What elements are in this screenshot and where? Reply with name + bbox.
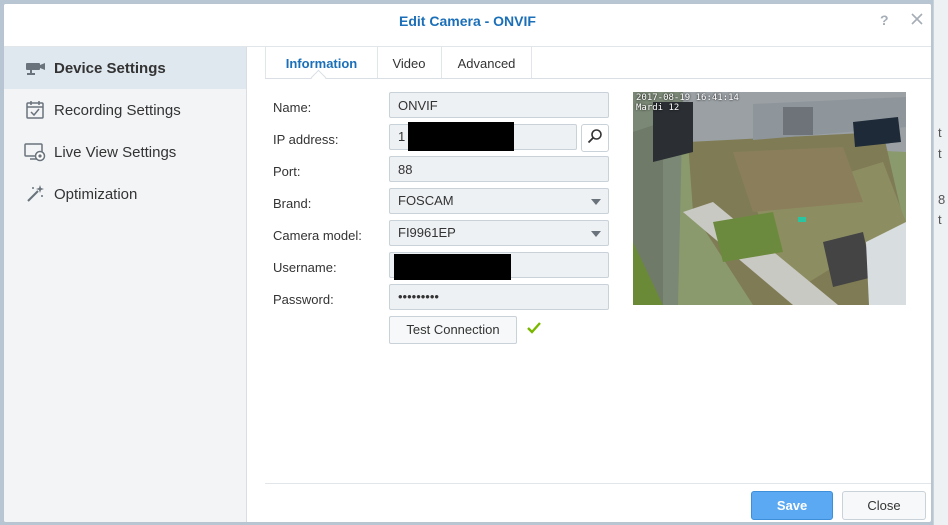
- redaction-block: [408, 122, 514, 151]
- password-label: Password:: [273, 292, 334, 307]
- password-value: •••••••••: [398, 289, 439, 304]
- camera-icon: [24, 58, 46, 78]
- sidebar-item-device-settings[interactable]: Device Settings: [4, 47, 246, 89]
- sidebar-item-recording-settings[interactable]: Recording Settings: [4, 89, 246, 131]
- ip-address-value: 1: [398, 129, 406, 144]
- username-label: Username:: [273, 260, 337, 275]
- camera-preview-image: [633, 92, 906, 305]
- check-icon: [526, 321, 542, 340]
- brand-select[interactable]: FOSCAM: [389, 188, 609, 214]
- sidebar-item-label: Live View Settings: [54, 143, 177, 161]
- main-panel: Information Video Advanced Name: IP addr…: [248, 47, 931, 522]
- ip-address-field[interactable]: 1: [389, 122, 577, 151]
- camera-model-value: FI9961EP: [398, 225, 456, 240]
- password-field[interactable]: •••••••••: [389, 284, 609, 310]
- background-text-fragment: t: [938, 146, 942, 161]
- help-icon[interactable]: ?: [880, 12, 889, 28]
- camera-model-select[interactable]: FI9961EP: [389, 220, 609, 246]
- dialog-titlebar: Edit Camera - ONVIF ?: [4, 4, 931, 47]
- magic-wand-icon: [24, 184, 46, 204]
- tab-advanced[interactable]: Advanced: [442, 47, 532, 78]
- name-field[interactable]: [389, 92, 609, 118]
- save-button[interactable]: Save: [751, 491, 833, 520]
- redaction-block: [394, 254, 511, 280]
- sidebar-item-label: Optimization: [54, 185, 138, 203]
- port-label: Port:: [273, 164, 301, 179]
- search-camera-button[interactable]: [581, 124, 609, 152]
- background-window-strip: t t 8 t: [933, 0, 948, 525]
- live-view-icon: [24, 142, 46, 162]
- dialog-footer: Save Close: [265, 483, 931, 522]
- tab-bar: Information Video Advanced: [265, 47, 931, 86]
- ip-address-label: IP address:: [273, 132, 339, 147]
- close-icon[interactable]: [911, 12, 923, 28]
- preview-timestamp-line: Mardi 12: [636, 103, 680, 113]
- chevron-down-icon: [591, 231, 601, 237]
- close-button[interactable]: Close: [842, 491, 926, 520]
- username-field[interactable]: [389, 252, 609, 280]
- tab-video[interactable]: Video: [377, 47, 442, 78]
- chevron-down-icon: [591, 199, 601, 205]
- settings-sidebar: Device Settings Recording Settings Live …: [4, 47, 247, 522]
- sidebar-item-label: Device Settings: [54, 59, 166, 77]
- port-field[interactable]: [389, 156, 609, 182]
- test-connection-button[interactable]: Test Connection: [389, 316, 517, 344]
- name-label: Name:: [273, 100, 312, 115]
- brand-label: Brand:: [273, 196, 312, 211]
- camera-model-label: Camera model:: [273, 228, 362, 243]
- preview-timestamp-line: 2017-08-19 16:41:14: [636, 93, 739, 103]
- background-text-fragment: t: [938, 125, 942, 140]
- dialog-title: Edit Camera - ONVIF: [399, 13, 536, 29]
- sidebar-item-live-view-settings[interactable]: Live View Settings: [4, 131, 246, 173]
- background-text-fragment: 8: [938, 192, 946, 207]
- sidebar-item-optimization[interactable]: Optimization: [4, 173, 246, 215]
- calendar-check-icon: [24, 100, 46, 120]
- search-icon: [587, 128, 603, 149]
- background-text-fragment: t: [938, 212, 942, 227]
- sidebar-item-label: Recording Settings: [54, 101, 181, 119]
- preview-timestamp: 2017-08-19 16:41:14 Mardi 12: [636, 93, 739, 113]
- edit-camera-dialog: Edit Camera - ONVIF ? Device Settings Re…: [3, 3, 932, 523]
- brand-value: FOSCAM: [398, 193, 454, 208]
- camera-preview: 2017-08-19 16:41:14 Mardi 12: [633, 92, 906, 305]
